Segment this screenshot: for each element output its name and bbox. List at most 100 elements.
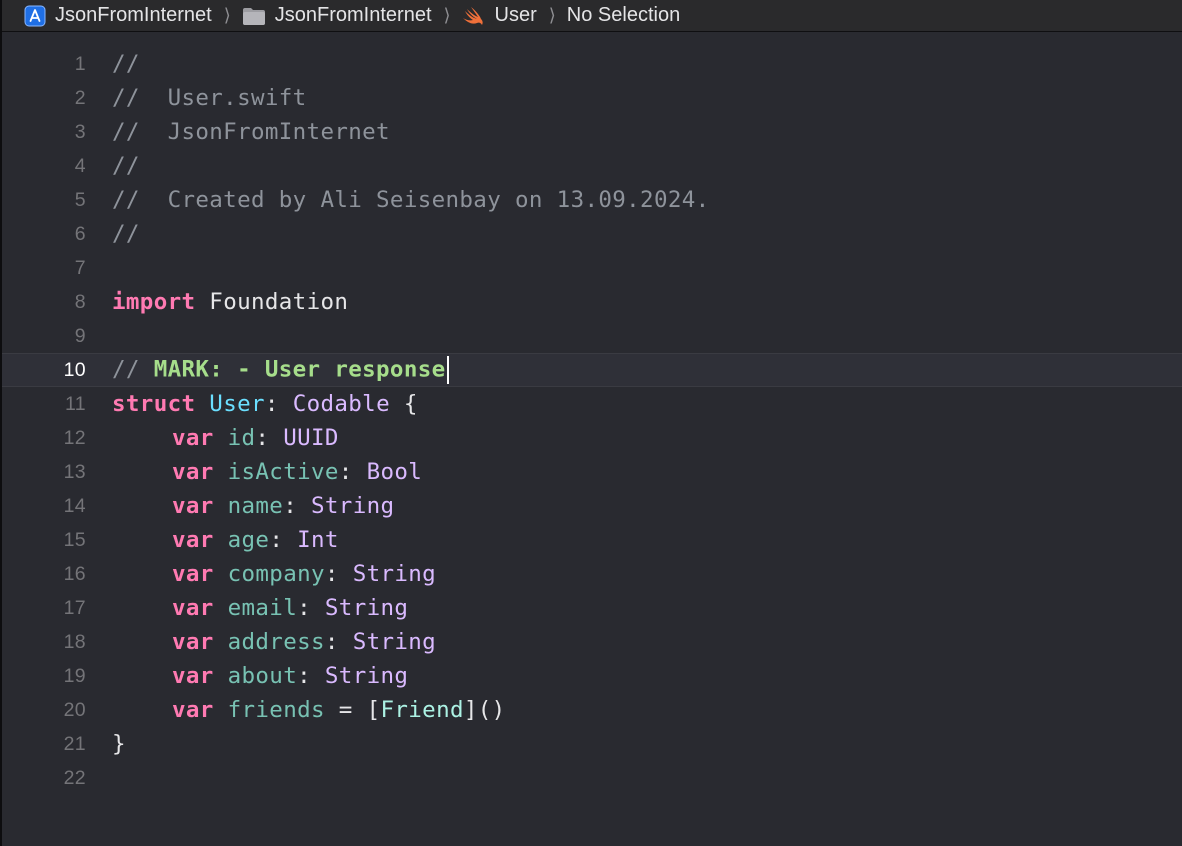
- code-line[interactable]: 7: [2, 251, 1182, 285]
- line-number: 15: [63, 528, 86, 551]
- code-line-current[interactable]: 10 // MARK: - User response: [2, 353, 1182, 387]
- property-type: String: [311, 493, 395, 519]
- property-name: about: [227, 663, 298, 689]
- code-line[interactable]: 21 }: [2, 727, 1182, 761]
- property-name: id: [227, 425, 256, 451]
- close-brace: }: [112, 731, 126, 757]
- code-line[interactable]: 9: [2, 319, 1182, 353]
- code-line[interactable]: 6 //: [2, 217, 1182, 251]
- text-cursor: [446, 356, 449, 384]
- code-line[interactable]: 16 var company: String: [2, 557, 1182, 591]
- property-name: address: [227, 629, 325, 655]
- line-number: 12: [63, 426, 86, 449]
- folder-icon: [242, 6, 266, 26]
- line-number: 4: [74, 154, 86, 177]
- line-number: 9: [74, 324, 86, 347]
- line-number: 11: [65, 392, 86, 415]
- breadcrumb-symbol[interactable]: No Selection: [567, 4, 680, 27]
- var-keyword: var: [172, 663, 214, 689]
- breadcrumb-folder[interactable]: JsonFromInternet: [242, 4, 432, 27]
- var-keyword: var: [172, 527, 214, 553]
- property-type: Int: [297, 527, 339, 553]
- comment-prefix: //: [112, 356, 154, 383]
- comment-text: //: [112, 51, 140, 77]
- colon: :: [269, 527, 284, 553]
- property-name: isActive: [227, 459, 339, 485]
- property-name: email: [227, 595, 298, 621]
- code-line[interactable]: 3 // JsonFromInternet: [2, 115, 1182, 149]
- line-number: 3: [74, 120, 86, 143]
- line-number: 17: [63, 596, 86, 619]
- code-line[interactable]: 13 var isActive: Bool: [2, 455, 1182, 489]
- colon: :: [297, 595, 311, 621]
- var-keyword: var: [172, 493, 214, 519]
- code-line[interactable]: 18 var address: String: [2, 625, 1182, 659]
- array-initializer-open: = [: [324, 697, 381, 723]
- jump-bar: JsonFromInternet ⟩ JsonFromInternet ⟩ Us…: [2, 0, 1182, 32]
- code-line[interactable]: 1 //: [2, 47, 1182, 81]
- mark-annotation: MARK: - User response: [153, 356, 446, 383]
- property-name: age: [227, 527, 270, 553]
- property-type: String: [352, 561, 437, 587]
- line-number: 20: [63, 698, 86, 721]
- swift-file-icon: [462, 5, 486, 27]
- var-keyword: var: [172, 561, 214, 587]
- line-number: 22: [63, 766, 86, 789]
- breadcrumb-file[interactable]: User: [462, 4, 537, 27]
- property-name: friends: [227, 697, 325, 723]
- open-brace: {: [403, 391, 418, 417]
- code-line[interactable]: 20 var friends = [Friend](): [2, 693, 1182, 727]
- property-type: Bool: [366, 459, 423, 485]
- line-number: 14: [63, 494, 86, 517]
- comment-text: // JsonFromInternet: [112, 119, 390, 145]
- code-line[interactable]: 15 var age: Int: [2, 523, 1182, 557]
- breadcrumb-project[interactable]: JsonFromInternet: [24, 4, 212, 27]
- colon: :: [297, 663, 311, 689]
- comment-text: // Created by Ali Seisenbay on 13.09.202…: [112, 187, 710, 213]
- var-keyword: var: [172, 459, 214, 485]
- var-keyword: var: [172, 629, 214, 655]
- code-line[interactable]: 22: [2, 761, 1182, 795]
- colon: :: [255, 425, 270, 451]
- code-line[interactable]: 4 //: [2, 149, 1182, 183]
- struct-name: User: [209, 391, 265, 417]
- line-number: 2: [74, 86, 86, 109]
- colon: :: [324, 561, 339, 587]
- line-number: 19: [63, 664, 86, 687]
- colon: :: [338, 459, 353, 485]
- property-type: String: [352, 629, 437, 655]
- breadcrumb-folder-label: JsonFromInternet: [274, 4, 432, 26]
- comment-text: // User.swift: [112, 85, 307, 111]
- code-line[interactable]: 8 import Foundation: [2, 285, 1182, 319]
- var-keyword: var: [172, 697, 214, 723]
- property-name: name: [227, 493, 284, 519]
- property-type: String: [324, 595, 409, 621]
- line-number: 6: [74, 222, 86, 245]
- comment-text: //: [112, 221, 140, 247]
- property-name: company: [227, 561, 325, 587]
- breadcrumb-project-label: JsonFromInternet: [55, 4, 212, 26]
- property-type: String: [324, 663, 409, 689]
- var-keyword: var: [172, 595, 214, 621]
- xcode-project-icon: [24, 5, 46, 27]
- colon: :: [324, 629, 339, 655]
- array-initializer-close: ](): [463, 697, 506, 723]
- code-line[interactable]: 2 // User.swift: [2, 81, 1182, 115]
- code-line[interactable]: 5 // Created by Ali Seisenbay on 13.09.2…: [2, 183, 1182, 217]
- breadcrumb-file-label: User: [494, 4, 537, 26]
- var-keyword: var: [172, 425, 214, 451]
- property-type: UUID: [283, 425, 339, 451]
- code-line[interactable]: 19 var about: String: [2, 659, 1182, 693]
- line-number: 18: [63, 630, 86, 653]
- code-line[interactable]: 17 var email: String: [2, 591, 1182, 625]
- breadcrumb-separator: ⟩: [548, 5, 556, 25]
- code-line[interactable]: 11 struct User: Codable {: [2, 387, 1182, 421]
- comment-text: //: [112, 153, 140, 179]
- import-keyword: import: [112, 289, 196, 315]
- colon: :: [264, 391, 279, 417]
- breadcrumb-symbol-label: No Selection: [566, 4, 681, 26]
- code-editor[interactable]: 1 // 2 // User.swift 3 // JsonFromIntern…: [2, 33, 1182, 846]
- struct-keyword: struct: [112, 391, 196, 417]
- code-line[interactable]: 14 var name: String: [2, 489, 1182, 523]
- code-line[interactable]: 12 var id: UUID: [2, 421, 1182, 455]
